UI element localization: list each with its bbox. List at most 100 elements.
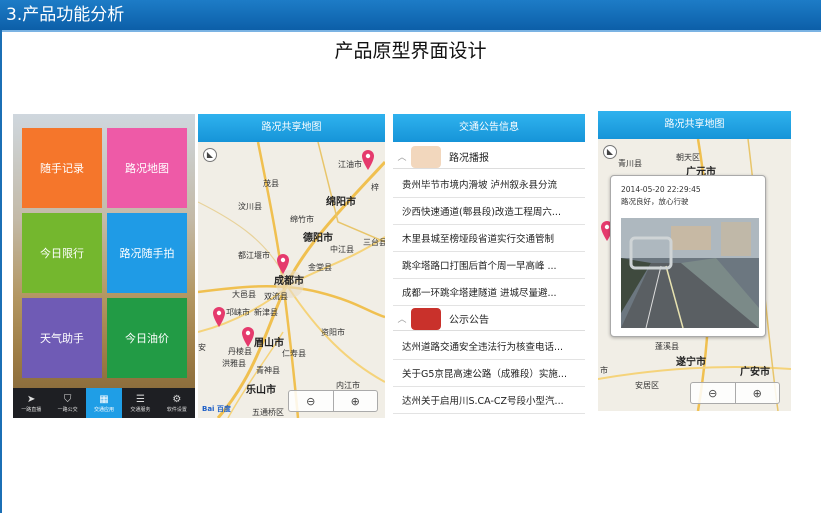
map-label: 乐山市 <box>246 385 276 396</box>
zoom-control: ⊖ ⊕ <box>288 390 378 412</box>
tile-oil-price[interactable]: 今日油价 <box>107 298 187 378</box>
tab-label: 交通应用 <box>94 406 115 413</box>
tile-notes[interactable]: 随手记录 <box>22 128 102 208</box>
map-label: 汶川县 <box>238 202 262 211</box>
map-label: 丹棱县 <box>228 347 252 356</box>
zoom-out-icon[interactable]: ⊖ <box>691 383 735 403</box>
section-traffic-broadcast[interactable]: ︿ 路况播报 <box>393 145 585 169</box>
location-pin-icon[interactable] <box>361 150 375 170</box>
map-label: 安居区 <box>635 381 659 390</box>
tile-label: 今日限行 <box>40 247 84 260</box>
tab-services[interactable]: ☰ 交通服务 <box>122 388 158 418</box>
list-item[interactable]: 关于G5京昆高速公路（成雅段）实施... <box>393 363 585 387</box>
mascot-avatar-icon <box>411 307 441 330</box>
section-label: 路况播报 <box>449 153 489 164</box>
zoom-out-icon[interactable]: ⊖ <box>289 391 333 411</box>
list-item[interactable]: 成都一环跳伞塔建隧道 进城尽量避... <box>393 282 585 306</box>
tab-label: 交通服务 <box>130 406 151 413</box>
zoom-control: ⊖ ⊕ <box>690 382 780 404</box>
grid-icon: ▦ <box>99 393 109 405</box>
list-item[interactable]: 达州道路交通安全违法行为核查电话... <box>393 336 585 360</box>
map-label: 绵阳市 <box>326 197 356 208</box>
map-label: 遂宁市 <box>676 357 706 368</box>
mascot-avatar-icon <box>411 145 441 168</box>
map-title: 路况共享地图 <box>198 114 385 142</box>
map-label: 邛崃市 <box>226 308 250 317</box>
section-label: 公示公告 <box>449 315 489 326</box>
tile-traffic-map[interactable]: 路况地图 <box>107 128 187 208</box>
map-label: 江油市 <box>338 160 362 169</box>
left-rule <box>0 30 2 513</box>
map-label: 双流县 <box>264 292 288 301</box>
tile-photo[interactable]: 路况随手拍 <box>107 213 187 293</box>
map-label: 眉山市 <box>254 338 284 349</box>
tile-restriction[interactable]: 今日限行 <box>22 213 102 293</box>
map-label: 蓬溪县 <box>655 342 679 351</box>
list-item[interactable]: 达州关于启用川S.CA-CZ号段小型汽... <box>393 390 585 414</box>
traffic-info-popup[interactable]: 2014-05-20 22:29:45 路况良好，放心行驶 <box>610 175 766 337</box>
map-label: 三台县 <box>363 238 385 247</box>
tab-apps[interactable]: ▦ 交通应用 <box>85 388 123 418</box>
map-label: 青神县 <box>256 366 280 375</box>
map-label: 仁寿县 <box>282 349 306 358</box>
tile-label: 随手记录 <box>40 162 84 175</box>
notice-title: 交通公告信息 <box>393 114 585 142</box>
baidu-logo: Bai 百度 <box>202 405 231 413</box>
send-icon: ➤ <box>27 393 36 405</box>
bookmark-icon: ⛉ <box>63 393 72 405</box>
section-public-notice[interactable]: ︿ 公示公告 <box>393 307 585 331</box>
slide-title: 产品原型界面设计 <box>334 40 487 62</box>
map-label: 都江堰市 <box>238 251 270 260</box>
map-label: 青川县 <box>618 159 642 168</box>
notice-screen: 交通公告信息 ︿ 路况播报 贵州毕节市境内滑坡 泸州叙永县分流 沙西快速通道(郫… <box>393 114 585 418</box>
popup-timestamp: 2014-05-20 22:29:45 <box>621 185 701 194</box>
road-photo[interactable] <box>621 218 759 328</box>
chevron-up-icon: ︿ <box>397 315 407 325</box>
tab-label: 一路公交 <box>57 406 78 413</box>
home-screen: 随手记录 路况地图 今日限行 路况随手拍 天气助手 今日油价 ➤ 一路直播 ⛉ 一路… <box>13 114 195 418</box>
section-header: 3.产品功能分析 <box>0 0 821 32</box>
location-pin-icon[interactable] <box>276 254 290 274</box>
zoom-in-icon[interactable]: ⊕ <box>332 391 378 411</box>
map-label: 绵竹市 <box>290 215 314 224</box>
list-item[interactable]: 跳伞塔路口打围后首个周一早高峰 ... <box>393 255 585 279</box>
map-label: 梓 <box>371 183 379 192</box>
tile-label: 路况地图 <box>125 162 169 175</box>
map-label: 广安市 <box>740 367 770 378</box>
map-view[interactable]: ◣ 江油市 茂县 绵阳市 汶川县 绵竹市 德阳市 中江县 都江堰市 成都市 金堂… <box>198 142 385 418</box>
compass-icon[interactable]: ◣ <box>603 145 617 159</box>
gear-icon: ⚙ <box>172 393 182 405</box>
list-item[interactable]: 贵州毕节市境内滑坡 泸州叙永县分流 <box>393 174 585 198</box>
tile-label: 路况随手拍 <box>119 247 175 260</box>
tab-bar: ➤ 一路直播 ⛉ 一路公交 ▦ 交通应用 ☰ 交通服务 ⚙ 软件设置 <box>13 388 195 418</box>
list-item[interactable]: 沙西快速通道(郫县段)改造工程周六... <box>393 201 585 225</box>
map-label: 中江县 <box>330 245 354 254</box>
map-screen: 路况共享地图 ◣ 江油市 茂县 绵阳市 汶川县 绵竹市 德阳市 中江县 都江堰市 <box>198 114 385 418</box>
zoom-in-icon[interactable]: ⊕ <box>734 383 780 403</box>
map-label: 资阳市 <box>321 328 345 337</box>
list-item[interactable]: 木里县城至榜垭段省道实行交通管制 <box>393 228 585 252</box>
compass-icon[interactable]: ◣ <box>203 148 217 162</box>
map-label: 大邑县 <box>232 290 256 299</box>
map-label: 成都市 <box>274 276 304 287</box>
map-label: 新津县 <box>254 308 278 317</box>
tab-bus[interactable]: ⛉ 一路公交 <box>49 388 85 418</box>
location-pin-icon[interactable] <box>212 307 226 327</box>
map-label: 朝天区 <box>676 153 700 162</box>
tab-settings[interactable]: ⚙ 软件设置 <box>159 388 195 418</box>
popup-text: 路况良好，放心行驶 <box>621 197 689 206</box>
slide: 3.产品功能分析 产品原型界面设计 随手记录 路况地图 今日限行 路况随手拍 天… <box>0 0 821 513</box>
map-label: 金堂县 <box>308 263 332 272</box>
menu-icon: ☰ <box>135 393 145 405</box>
tab-label: 一路直播 <box>21 406 42 413</box>
map-label: 安 <box>198 343 206 352</box>
map-label: 市 <box>600 366 608 375</box>
map-label: 茂县 <box>263 179 279 188</box>
map-popup-screen: 路况共享地图 ◣ 青川县 朝天区 广元市 遂宁市 蓬溪县 安居区 广安市 市 ⊖… <box>598 111 791 411</box>
location-pin-icon[interactable] <box>241 327 255 347</box>
tile-weather[interactable]: 天气助手 <box>22 298 102 378</box>
map-label: 德阳市 <box>303 233 333 244</box>
tab-live[interactable]: ➤ 一路直播 <box>13 388 49 418</box>
map-label: 五通桥区 <box>252 408 284 417</box>
map-label: 洪雅县 <box>222 359 246 368</box>
